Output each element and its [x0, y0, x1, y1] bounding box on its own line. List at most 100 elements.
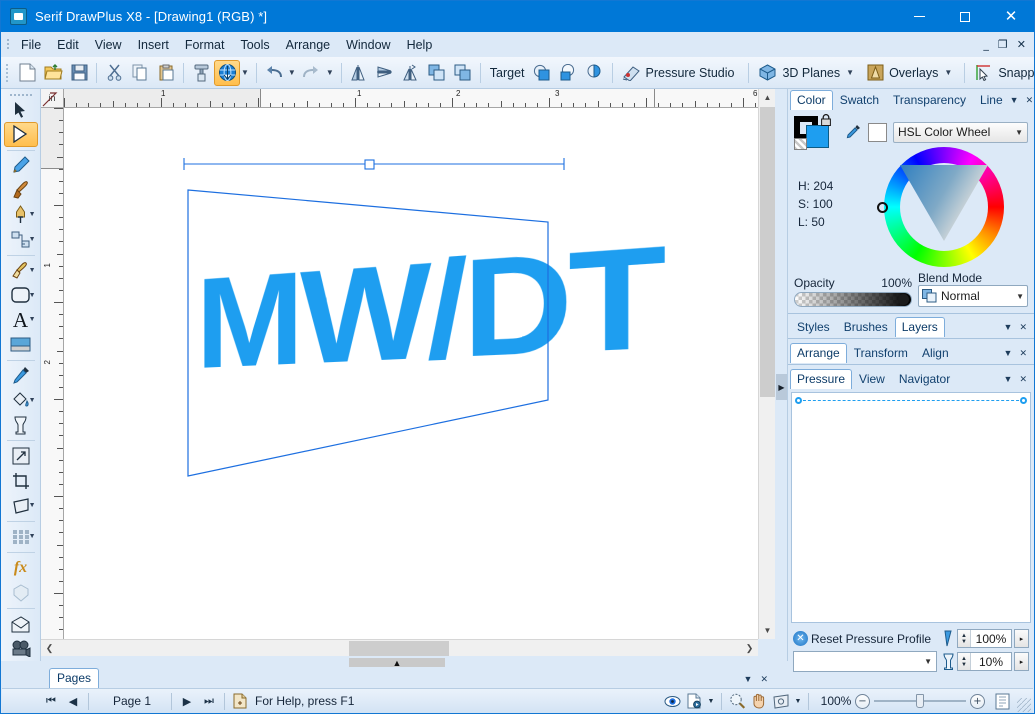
window-resize-grip[interactable] [1017, 698, 1031, 712]
pressure-panel-close-icon[interactable]: ✕ [1019, 374, 1027, 385]
zoom-slider-knob[interactable] [916, 694, 924, 708]
hand-icon[interactable] [748, 691, 770, 712]
vertical-ruler[interactable]: 12 [41, 108, 64, 639]
tab-transparency[interactable]: Transparency [886, 90, 973, 110]
zoom-out-button[interactable]: − [855, 694, 870, 709]
bring-front-icon[interactable] [424, 60, 450, 86]
fill-tool[interactable]: ▼ [4, 259, 38, 284]
fill-colour-swatch[interactable] [806, 125, 829, 148]
scroll-down-button[interactable]: ▼ [759, 622, 776, 639]
scroll-up-button[interactable]: ▲ [759, 89, 776, 106]
colour-swatch-stack[interactable] [794, 116, 838, 148]
canvas-horizontal-scrollbar[interactable]: ❮ ❯ [41, 639, 758, 656]
overlays-dropdown-icon[interactable]: ▼ [944, 68, 955, 77]
zoom-slider[interactable] [874, 694, 966, 708]
alpha-spin-arrows[interactable]: ▲▼ [958, 653, 971, 670]
undo-dropdown-icon[interactable]: ▼ [288, 68, 299, 77]
envelope-tool[interactable] [4, 612, 38, 637]
vertical-scroll-thumb[interactable] [760, 107, 775, 397]
menu-edit[interactable]: Edit [49, 35, 87, 55]
crop-tool[interactable] [4, 469, 38, 494]
pressure-node-right[interactable] [1020, 397, 1027, 404]
previous-page-button[interactable]: ◀ [62, 691, 84, 712]
3d-planes-dropdown-icon[interactable]: ▼ [846, 68, 857, 77]
menu-drag-grip[interactable] [4, 37, 13, 53]
menu-format[interactable]: Format [177, 35, 233, 55]
opacity-slider-knob[interactable] [898, 294, 909, 305]
quickshape-tool[interactable]: ▼ [4, 283, 38, 308]
hue-marker[interactable] [877, 202, 888, 213]
redo-dropdown-icon[interactable]: ▼ [326, 68, 337, 77]
colour-model-select[interactable]: HSL Color Wheel ▼ [893, 122, 1028, 143]
ruler-origin-marker[interactable] [42, 90, 62, 107]
target-add-icon[interactable] [556, 60, 582, 86]
export-icon[interactable] [683, 691, 705, 712]
document-minimize-button[interactable]: _ [983, 38, 989, 51]
document-restore-button[interactable]: ❐ [998, 38, 1008, 51]
eyedropper-icon[interactable] [844, 121, 862, 143]
studio-globe-icon[interactable] [214, 60, 240, 86]
pressure-width-spinbox[interactable]: ▲▼ 100% [957, 629, 1012, 648]
connector-tool-dropdown-icon[interactable]: ▼ [29, 236, 36, 243]
tab-pages[interactable]: Pages [49, 668, 99, 688]
keyframe-tool[interactable] [4, 637, 38, 662]
menu-help[interactable]: Help [399, 35, 441, 55]
flood-fill-tool-dropdown-icon[interactable]: ▼ [29, 397, 36, 404]
tab-align[interactable]: Align [915, 343, 956, 363]
width-spin-arrows[interactable]: ▲▼ [958, 630, 971, 647]
pages-panel-expand-handle[interactable]: ▲ [349, 658, 445, 667]
studio-collapse-handle[interactable]: ▶ [776, 374, 787, 400]
pressure-profile-editor[interactable] [791, 392, 1031, 623]
pressure-width-more-button[interactable]: ▸ [1014, 629, 1029, 648]
colour-panel-menu-icon[interactable]: ▼ [1010, 95, 1019, 105]
send-back-icon[interactable] [450, 60, 476, 86]
format-painter-icon[interactable] [188, 60, 214, 86]
window-close-button[interactable]: ✕ [988, 1, 1034, 32]
flip-vertical-icon[interactable] [372, 60, 398, 86]
menu-window[interactable]: Window [338, 35, 398, 55]
tools-dock-grip[interactable] [8, 92, 34, 98]
pressure-width-value[interactable]: 100% [971, 632, 1011, 646]
3d-planes-button[interactable]: 3D Planes ▼ [753, 60, 862, 86]
tab-transform[interactable]: Transform [847, 343, 915, 363]
tab-layers[interactable]: Layers [895, 317, 945, 337]
tab-swatch[interactable]: Swatch [833, 90, 886, 110]
layers-panel-menu-icon[interactable]: ▼ [1004, 322, 1013, 332]
tab-line[interactable]: Line [973, 90, 1010, 110]
window-minimize-button[interactable] [896, 1, 942, 32]
overlays-button[interactable]: Overlays ▼ [862, 60, 960, 86]
target-combine-icon[interactable] [530, 60, 556, 86]
canvas-vertical-scrollbar[interactable]: ▲ ▼ [758, 89, 775, 639]
pan-icon[interactable] [770, 691, 792, 712]
tab-brushes[interactable]: Brushes [837, 317, 895, 337]
tab-view[interactable]: View [852, 369, 892, 389]
flood-fill-tool[interactable]: ▼ [4, 388, 38, 413]
selected-object[interactable]: MW/DT [184, 170, 554, 480]
pages-panel-menu-icon[interactable]: ▼ [744, 674, 753, 685]
pan-dropdown-icon[interactable]: ▼ [792, 691, 804, 712]
tab-arrange[interactable]: Arrange [790, 343, 847, 363]
menu-insert[interactable]: Insert [130, 35, 177, 55]
pressure-node-left[interactable] [795, 397, 802, 404]
horizontal-scroll-thumb[interactable] [349, 641, 449, 656]
colour-wheel-area[interactable]: H: 204 S: 100 L: 50 [794, 149, 1028, 269]
fit-page-icon[interactable] [991, 691, 1013, 712]
pages-panel-close-icon[interactable]: ✕ [760, 674, 768, 685]
extrude-tool[interactable] [4, 581, 38, 606]
save-icon[interactable] [66, 60, 92, 86]
scroll-left-button[interactable]: ❮ [41, 640, 58, 657]
pen-tool-dropdown-icon[interactable]: ▼ [29, 211, 36, 218]
flip-horizontal-icon[interactable] [346, 60, 372, 86]
menu-tools[interactable]: Tools [232, 35, 277, 55]
text-tool-dropdown-icon[interactable]: ▼ [29, 316, 36, 323]
tab-navigator[interactable]: Navigator [892, 369, 957, 389]
menu-view[interactable]: View [87, 35, 130, 55]
pencil-tool[interactable] [4, 154, 38, 179]
menu-arrange[interactable]: Arrange [278, 35, 338, 55]
rotate-tool[interactable] [4, 444, 38, 469]
fill-tool-dropdown-icon[interactable]: ▼ [29, 267, 36, 274]
pressure-alpha-more-button[interactable]: ▸ [1014, 652, 1029, 671]
next-page-button[interactable]: ▶ [176, 691, 198, 712]
eye-icon[interactable] [661, 691, 683, 712]
page-indicator[interactable]: Page 1 [93, 694, 167, 708]
